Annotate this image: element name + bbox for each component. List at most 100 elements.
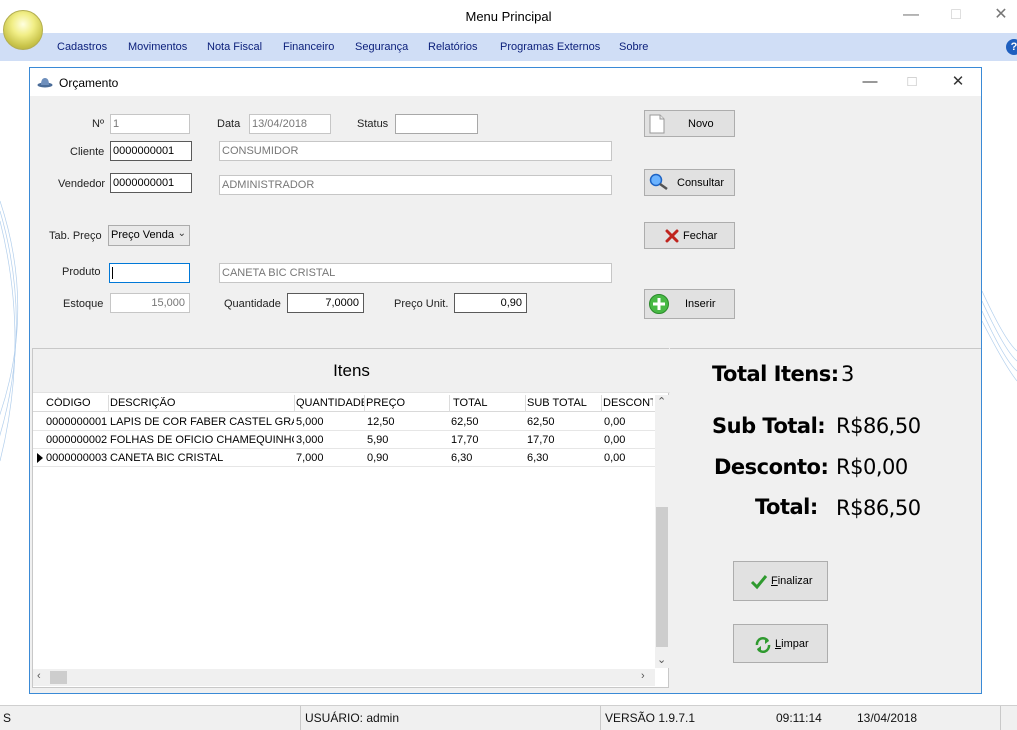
status-label: Status: [357, 118, 389, 130]
maximize-button[interactable]: □: [941, 4, 971, 26]
data-label: Data: [217, 118, 241, 130]
app-orb-icon[interactable]: [3, 10, 43, 50]
menu-movimentos[interactable]: Movimentos: [128, 41, 187, 53]
cliente-label: Cliente: [70, 146, 105, 158]
child-maximize-button[interactable]: □: [897, 71, 927, 93]
check-icon: [750, 575, 768, 590]
col-subtotal[interactable]: SUB TOTAL: [527, 397, 601, 409]
fechar-button[interactable]: Fechar: [644, 222, 735, 249]
col-divider: [601, 395, 602, 412]
cell-codigo: 0000000002: [46, 434, 108, 446]
preco-unit-field[interactable]: 0,90: [454, 293, 527, 313]
status-divider: [300, 706, 301, 730]
cell-preco: 12,50: [367, 416, 395, 428]
status-usuario: USUÁRIO: admin: [305, 711, 400, 725]
cliente-codigo-field[interactable]: 0000000001: [110, 141, 192, 161]
finalizar-button[interactable]: Finalizar: [733, 561, 828, 601]
quantidade-label: Quantidade: [224, 298, 281, 310]
cell-quantidade: 7,000: [296, 452, 324, 464]
estoque-label: Estoque: [63, 298, 104, 310]
scroll-left-icon[interactable]: ‹: [37, 670, 41, 682]
help-icon[interactable]: ?: [1006, 39, 1017, 55]
preco-unit-label: Preço Unit.: [394, 298, 449, 310]
desconto-value: R$0,00: [836, 455, 908, 479]
grid-vertical-scrollbar[interactable]: ⌃ ⌄: [655, 395, 669, 668]
minimize-button[interactable]: —: [896, 4, 926, 26]
cliente-nome-field[interactable]: CONSUMIDOR: [219, 141, 612, 161]
col-divider: [449, 395, 450, 412]
vendedor-codigo-field[interactable]: 0000000001: [110, 173, 192, 193]
menu-nota-fiscal[interactable]: Nota Fiscal: [207, 41, 262, 53]
table-row[interactable]: 0000000003 CANETA BIC CRISTAL 7,000 0,90…: [33, 449, 655, 467]
status-versao: VERSÃO 1.9.7.1: [605, 711, 696, 725]
total-itens-value: 3: [841, 362, 854, 386]
inserir-label: Inserir: [685, 298, 716, 310]
orcamento-titlebar: Orçamento — □ ✕: [30, 68, 981, 96]
finalizar-accesskey: F: [771, 575, 778, 587]
table-row[interactable]: 0000000002 FOLHAS DE OFICIO CHAMEQUINHO …: [33, 431, 655, 449]
menu-programas-externos[interactable]: Programas Externos: [500, 41, 600, 53]
grid-horizontal-scrollbar[interactable]: ‹ ›: [33, 669, 655, 686]
close-button[interactable]: ✕: [986, 4, 1016, 26]
vendedor-nome-field[interactable]: ADMINISTRADOR: [219, 175, 612, 195]
fechar-label: Fechar: [683, 229, 718, 242]
total-label: Total:: [755, 495, 818, 519]
col-descricao[interactable]: DESCRIÇÃO: [110, 397, 294, 409]
table-row[interactable]: 0000000001 LAPIS DE COR FABER CASTEL GRA…: [33, 413, 655, 431]
close-x-icon: [665, 229, 679, 243]
status-field[interactable]: [395, 114, 478, 134]
scroll-down-icon[interactable]: ⌄: [657, 653, 666, 666]
status-left-text: S: [3, 711, 12, 725]
finalizar-label-rest: inalizar: [777, 575, 813, 587]
status-divider: [600, 706, 601, 730]
numero-field[interactable]: 1: [110, 114, 190, 134]
child-minimize-button[interactable]: —: [855, 71, 885, 93]
col-codigo[interactable]: CÓDIGO: [46, 397, 106, 409]
chevron-down-icon: ⌄: [177, 228, 186, 239]
menu-cadastros[interactable]: Cadastros: [57, 41, 107, 53]
cell-desconto: 0,00: [604, 434, 626, 446]
scroll-up-icon[interactable]: ⌃: [657, 395, 666, 408]
menu-relatorios[interactable]: Relatórios: [428, 41, 478, 53]
produto-codigo-field[interactable]: [109, 263, 190, 283]
data-field[interactable]: 13/04/2018: [249, 114, 331, 134]
scroll-right-icon[interactable]: ›: [641, 670, 645, 682]
inserir-button[interactable]: Inserir: [644, 289, 735, 319]
vertical-scroll-thumb[interactable]: [656, 507, 668, 647]
cell-subtotal: 62,50: [527, 416, 555, 428]
menu-financeiro[interactable]: Financeiro: [283, 41, 334, 53]
statusbar: S USUÁRIO: admin VERSÃO 1.9.7.1 09:11:14…: [0, 705, 1017, 730]
novo-label: Novo: [688, 117, 714, 130]
subtotal-label: Sub Total:: [712, 414, 826, 438]
horizontal-scroll-thumb[interactable]: [50, 671, 67, 684]
consultar-button[interactable]: Consultar: [644, 169, 735, 196]
menu-seguranca[interactable]: Segurança: [355, 41, 408, 53]
tab-preco-value: Preço Venda: [111, 229, 174, 241]
col-divider: [364, 395, 365, 412]
produto-nome-field[interactable]: CANETA BIC CRISTAL: [219, 263, 612, 283]
col-desconto[interactable]: DESCONT: [603, 397, 653, 409]
novo-button[interactable]: Novo: [644, 110, 735, 137]
cell-subtotal: 6,30: [527, 452, 549, 464]
finalizar-label: Finalizar: [771, 575, 813, 587]
cell-quantidade: 5,000: [296, 416, 324, 428]
col-total[interactable]: TOTAL: [453, 397, 525, 409]
subtotal-value: R$86,50: [836, 414, 921, 438]
quantidade-field[interactable]: 7,0000: [287, 293, 364, 313]
status-data: 13/04/2018: [857, 711, 918, 725]
col-preco[interactable]: PREÇO: [366, 397, 449, 409]
consultar-label: Consultar: [677, 176, 725, 189]
cell-total: 62,50: [451, 416, 479, 428]
status-hora: 09:11:14: [776, 711, 822, 725]
cell-preco: 5,90: [367, 434, 389, 446]
cell-total: 17,70: [451, 434, 479, 446]
cell-desconto: 0,00: [604, 416, 626, 428]
estoque-field[interactable]: 15,000: [110, 293, 190, 313]
child-close-button[interactable]: ✕: [943, 71, 973, 93]
tab-preco-select[interactable]: Preço Venda ⌄: [108, 225, 190, 246]
menu-sobre[interactable]: Sobre: [619, 41, 648, 53]
col-quantidade[interactable]: QUANTIDADE: [296, 397, 364, 409]
limpar-button[interactable]: Limpar: [733, 624, 828, 663]
col-divider: [525, 395, 526, 412]
desconto-label: Desconto:: [714, 455, 829, 479]
